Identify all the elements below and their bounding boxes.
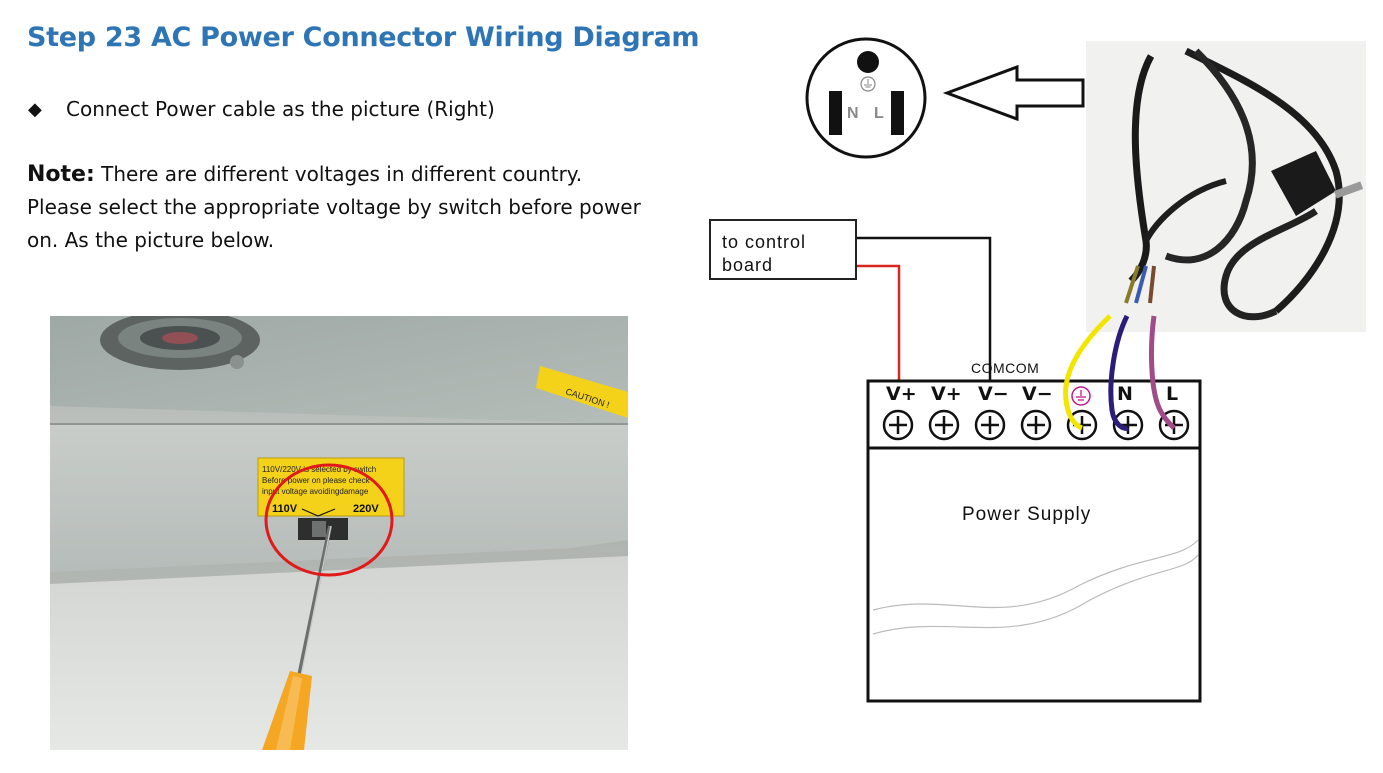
control-board-box: to control board: [709, 219, 857, 280]
switch-220v-label: 220V: [353, 503, 379, 515]
note-text: There are different voltages in differen…: [27, 162, 641, 252]
note-label: Note:: [27, 162, 95, 187]
ac-socket-icon: [805, 37, 927, 159]
socket-n-label: N: [847, 105, 859, 122]
terminal-label-vminus-2: V−: [1022, 383, 1053, 405]
voltage-switch-photo: CAUTION ! 110V/220V is selected by switc…: [50, 316, 628, 750]
terminal-label-vminus-1: V−: [978, 383, 1009, 405]
power-supply-label: Power Supply: [962, 504, 1092, 525]
note-paragraph: Note: There are different voltages in di…: [27, 158, 647, 257]
svg-text:Before power on please check: Before power on please check: [262, 476, 371, 485]
com-label: COMCOM: [971, 360, 1040, 376]
terminal-label-vplus-2: V+: [931, 383, 962, 405]
socket-l-label: L: [874, 105, 884, 122]
bullet-text: Connect Power cable as the picture (Righ…: [66, 97, 495, 121]
terminal-label-l: L: [1166, 383, 1179, 405]
terminal-screw-icons: [882, 409, 1190, 441]
terminal-label-vplus-1: V+: [886, 383, 917, 405]
slide-title: Step 23 AC Power Connector Wiring Diagra…: [27, 22, 700, 53]
power-supply-box: [866, 379, 1202, 703]
left-arrow-icon: [942, 64, 1085, 122]
switch-110v-label: 110V: [272, 503, 298, 515]
ground-symbol-icon: [1071, 386, 1091, 406]
bullet-item: ◆ Connect Power cable as the picture (Ri…: [28, 97, 495, 121]
bullet-diamond-icon: ◆: [28, 98, 42, 120]
terminal-label-n: N: [1117, 383, 1133, 405]
power-cable-photo: [1086, 41, 1366, 332]
